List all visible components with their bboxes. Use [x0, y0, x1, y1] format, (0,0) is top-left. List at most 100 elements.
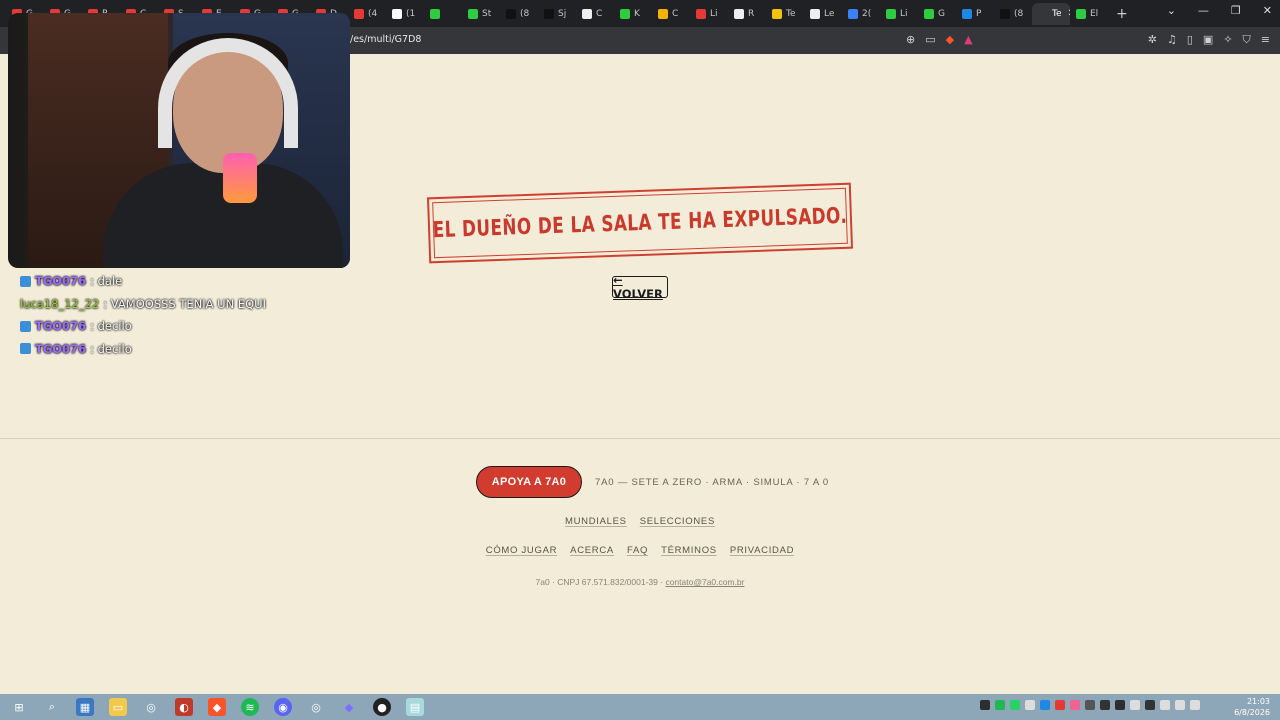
browser-tab[interactable]: K — [614, 3, 652, 25]
leo-ai-icon[interactable]: ✧ — [1223, 33, 1232, 47]
browser-tab[interactable]: (8 — [994, 3, 1032, 25]
tab-favicon-icon — [354, 8, 364, 19]
support-button[interactable]: APOYA A 7A0 — [476, 466, 582, 498]
tab-label: P — [976, 8, 982, 19]
chat-text: : VAMOOSSS TENIA UN EQUI — [103, 296, 266, 311]
url-field[interactable]: /es/multi/G7D8 — [350, 34, 421, 45]
app-diamond-icon[interactable]: ◆ — [340, 698, 358, 716]
browser-tab[interactable]: Le — [804, 3, 842, 25]
footer-link-selecciones[interactable]: SELECCIONES — [640, 516, 715, 527]
tab-label: Li — [710, 8, 718, 19]
system-clock[interactable]: 21:03 6/8/2026 — [1234, 696, 1270, 718]
search-icon[interactable]: ⌕ — [43, 698, 61, 716]
tab-search-icon[interactable]: ⌄ — [1167, 4, 1176, 17]
tab-favicon-icon — [810, 8, 820, 19]
browser-tab[interactable]: R — [728, 3, 766, 25]
notes-icon[interactable]: ▤ — [406, 698, 424, 716]
brave-rewards-icon[interactable]: ▲ — [964, 33, 972, 46]
tab-favicon-icon — [696, 8, 706, 19]
brave-browser-icon[interactable]: ◆ — [208, 698, 226, 716]
chat-text: : dale — [90, 274, 123, 288]
browser-tab[interactable]: C — [576, 3, 614, 25]
close-window-icon[interactable]: ✕ — [1263, 4, 1272, 17]
footer-links-primary: MUNDIALES SELECCIONES — [0, 516, 1280, 527]
discord-icon[interactable]: ◉ — [274, 698, 292, 716]
zoom-icon[interactable]: ⊕ — [906, 33, 915, 46]
tab-favicon-icon — [506, 8, 516, 19]
sidebar-icon[interactable]: ▯ — [1187, 33, 1193, 47]
windows-start-icon[interactable]: ⊞ — [10, 698, 28, 716]
chat-badge-icon — [20, 343, 31, 355]
app-red-icon[interactable]: ◐ — [175, 698, 193, 716]
contact-email-link[interactable]: contato@7a0.com.br — [665, 577, 744, 587]
chat-username: TGO076 — [35, 341, 87, 356]
browser-tab[interactable]: C — [652, 3, 690, 25]
browser-tab[interactable]: 2( — [842, 3, 880, 25]
browser-tab[interactable]: G — [918, 3, 956, 25]
obs-studio-icon[interactable]: ◎ — [307, 698, 325, 716]
app-dark-icon[interactable]: ● — [373, 698, 391, 716]
tab-favicon-icon — [544, 8, 554, 19]
browser-tab[interactable]: St — [462, 3, 500, 25]
clock-time: 21:03 — [1246, 697, 1270, 706]
tab-favicon-icon — [772, 8, 782, 19]
legal-line: 7a0 · CNPJ 67.571.832/0001-39 · contato@… — [0, 577, 1280, 587]
tab-favicon-icon — [430, 8, 440, 19]
taskbar: ⊞ ⌕ ▦ ▭ ◎ ◐ ◆ ≋ ◉ ◎ ◆ ● ▤ 21:03 6/8/2026 — [0, 694, 1280, 720]
browser-tab[interactable]: (1 — [386, 3, 424, 25]
footer-link-acerca[interactable]: ACERCA — [570, 545, 614, 556]
vpn-icon[interactable]: ⛉ — [1243, 33, 1251, 47]
chat-text: : decilo — [90, 341, 132, 356]
obs-icon[interactable]: ◎ — [142, 698, 160, 716]
minimize-icon[interactable]: — — [1198, 4, 1209, 17]
browser-tab[interactable]: Li — [690, 3, 728, 25]
footer-link-mundiales[interactable]: MUNDIALES — [565, 516, 627, 527]
footer-link-t-rminos[interactable]: TÉRMINOS — [661, 545, 717, 556]
tab-favicon-icon — [620, 8, 630, 19]
tab-label: (8 — [520, 8, 530, 19]
webcam-overlay — [8, 13, 350, 268]
tab-label: Te — [1052, 8, 1062, 19]
media-icon[interactable]: ♫ — [1167, 33, 1177, 47]
browser-tab[interactable]: Li — [880, 3, 918, 25]
tab-label: R — [748, 8, 755, 19]
browser-tab[interactable]: El — [1070, 3, 1108, 25]
tab-favicon-icon — [848, 8, 858, 19]
new-tab-button[interactable]: + — [1116, 6, 1128, 22]
tab-favicon-icon — [924, 8, 934, 19]
spotify-icon[interactable]: ≋ — [241, 698, 259, 716]
browser-tab[interactable]: P — [956, 3, 994, 25]
clock-date: 6/8/2026 — [1234, 708, 1270, 717]
system-tray — [980, 700, 1200, 710]
browser-tab[interactable]: (4 — [348, 3, 386, 25]
tab-favicon-icon — [1038, 8, 1048, 19]
wallet-icon[interactable]: ▣ — [1203, 33, 1213, 47]
menu-icon[interactable]: ≡ — [1261, 33, 1270, 47]
screen-icon[interactable]: ▭ — [925, 33, 935, 46]
footer-link-faq[interactable]: FAQ — [627, 545, 648, 556]
tab-label: (4 — [368, 8, 378, 19]
tab-label: (8 — [1014, 8, 1024, 19]
browser-tab[interactable]: (8 — [500, 3, 538, 25]
tab-label: C — [672, 8, 679, 19]
chat-message: TGO076: decilo — [20, 315, 266, 338]
browser-tab[interactable]: Te✕ — [1032, 2, 1070, 25]
back-button[interactable]: ← VOLVER — [612, 273, 668, 301]
tab-favicon-icon — [468, 8, 478, 19]
footer-link-privacidad[interactable]: PRIVACIDAD — [730, 545, 794, 556]
restore-icon[interactable]: ❐ — [1231, 4, 1241, 17]
file-explorer-icon[interactable]: ▭ — [109, 698, 127, 716]
browser-tab[interactable] — [424, 3, 462, 25]
extensions-icon[interactable]: ✲ — [1148, 33, 1157, 47]
browser-tab[interactable]: Te — [766, 3, 804, 25]
browser-tab[interactable]: Sj — [538, 3, 576, 25]
tab-label: El — [1090, 8, 1099, 19]
chat-text: : decilo — [90, 319, 132, 333]
footer-tagline: 7A0 — SETE A ZERO · ARMA · SIMULA · 7 A … — [595, 477, 829, 488]
chat-message: TGO076: decilo — [20, 338, 266, 361]
footer-divider — [0, 438, 1280, 439]
store-icon[interactable]: ▦ — [76, 698, 94, 716]
brave-shield-icon[interactable]: ◆ — [946, 33, 954, 46]
chat-username: TGO076 — [35, 319, 87, 333]
footer-link-c-mo-jugar[interactable]: CÓMO JUGAR — [486, 545, 557, 556]
